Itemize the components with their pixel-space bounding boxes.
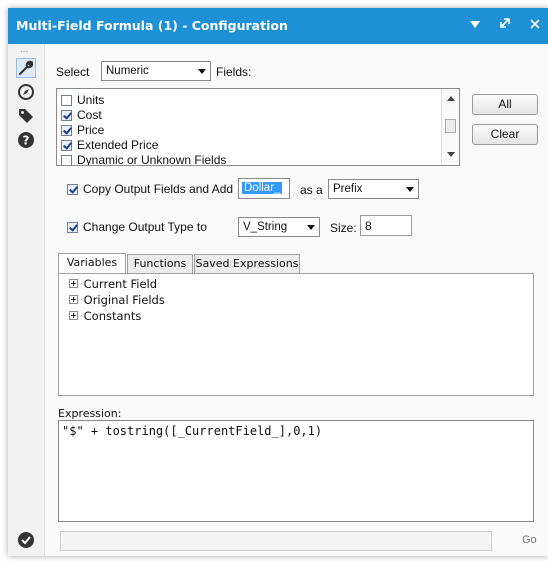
size-input[interactable]: 8 [360,215,412,236]
output-type-select[interactable]: V_String [238,217,320,237]
copy-output-label: Copy Output Fields and Add [83,182,234,196]
as-label: as a [300,183,323,197]
tab-functions[interactable]: Functions [127,254,193,273]
wrench-icon[interactable] [16,58,36,78]
change-type-checkbox[interactable] [67,222,78,233]
main-panel: Select Numeric Fields: Units Cost Price … [44,44,548,556]
list-item-label: Cost [77,108,102,122]
configuration-window: Multi-Field Formula (1) - Configuration … [8,8,548,556]
expression-editor[interactable]: "$" + tostring([_CurrentField_],0,1) [58,420,534,522]
fields-label: Fields: [216,65,252,79]
go-button[interactable]: Go [522,534,537,546]
all-button[interactable]: All [472,94,538,115]
price-checkbox[interactable] [61,125,72,136]
title-bar: Multi-Field Formula (1) - Configuration [8,8,548,44]
copy-output-checkbox[interactable] [67,184,78,195]
compass-icon[interactable] [16,82,36,102]
dropdown-icon[interactable] [464,14,486,36]
output-type-value: V_String [243,221,288,233]
tree-item-current-field[interactable]: ·Current Field [69,277,157,291]
size-label: Size: [330,221,357,235]
chevron-down-icon [406,187,414,192]
tree-item-label: Current Field [83,277,158,291]
units-checkbox[interactable] [61,95,72,106]
position-value: Prefix [333,183,363,195]
checkmark-icon [16,530,36,550]
window-title: Multi-Field Formula (1) - Configuration [16,18,288,33]
tab-variables[interactable]: Variables [58,253,126,274]
variables-tree: ·Current Field ·Original Fields ·Constan… [58,273,534,396]
tree-item-label: Original Fields [83,293,165,307]
tab-saved-expressions[interactable]: Saved Expressions [194,254,300,273]
field-type-value: Numeric [106,65,149,77]
expression-text: "$" + tostring([_CurrentField_],0,1) [62,424,323,438]
fields-list[interactable]: Units Cost Price Extended Price Dynamic … [56,88,460,166]
sidebar: ... ? [8,44,45,556]
chevron-down-icon [307,225,315,230]
svg-text:?: ? [23,134,30,148]
select-label: Select [56,65,90,79]
expand-icon[interactable] [69,279,78,288]
help-icon[interactable]: ? [16,130,36,150]
list-item-label: Extended Price [77,138,159,152]
tree-item-label: Constants [83,309,142,323]
status-field [60,531,492,551]
expression-label: Expression: [58,407,122,420]
list-item-label: Units [77,93,105,107]
close-icon[interactable] [524,14,546,36]
list-item-label: Price [77,123,105,137]
more-indicator: ... [20,44,29,55]
tree-item-constants[interactable]: ·Constants [69,309,141,323]
dynamic-fields-checkbox[interactable] [61,155,72,165]
expand-icon[interactable] [69,311,78,320]
restore-icon[interactable] [494,14,516,36]
field-type-select[interactable]: Numeric [101,61,211,81]
extended-price-checkbox[interactable] [61,140,72,151]
suffix-prefix-input[interactable]: Dollar_ [238,178,290,199]
list-item-label: Dynamic or Unknown Fields [77,153,227,166]
size-value: 8 [365,219,372,233]
change-type-label: Change Output Type to [83,220,207,234]
scrollbar[interactable] [441,89,459,165]
tag-icon[interactable] [16,106,36,126]
clear-button[interactable]: Clear [472,124,538,145]
position-select[interactable]: Prefix [328,179,419,199]
tree-item-original-fields[interactable]: ·Original Fields [69,293,165,307]
expand-icon[interactable] [69,295,78,304]
scrollbar-thumb[interactable] [445,119,456,133]
chevron-down-icon [198,69,206,74]
suffix-prefix-value: Dollar_ [242,182,283,194]
cost-checkbox[interactable] [61,110,72,121]
